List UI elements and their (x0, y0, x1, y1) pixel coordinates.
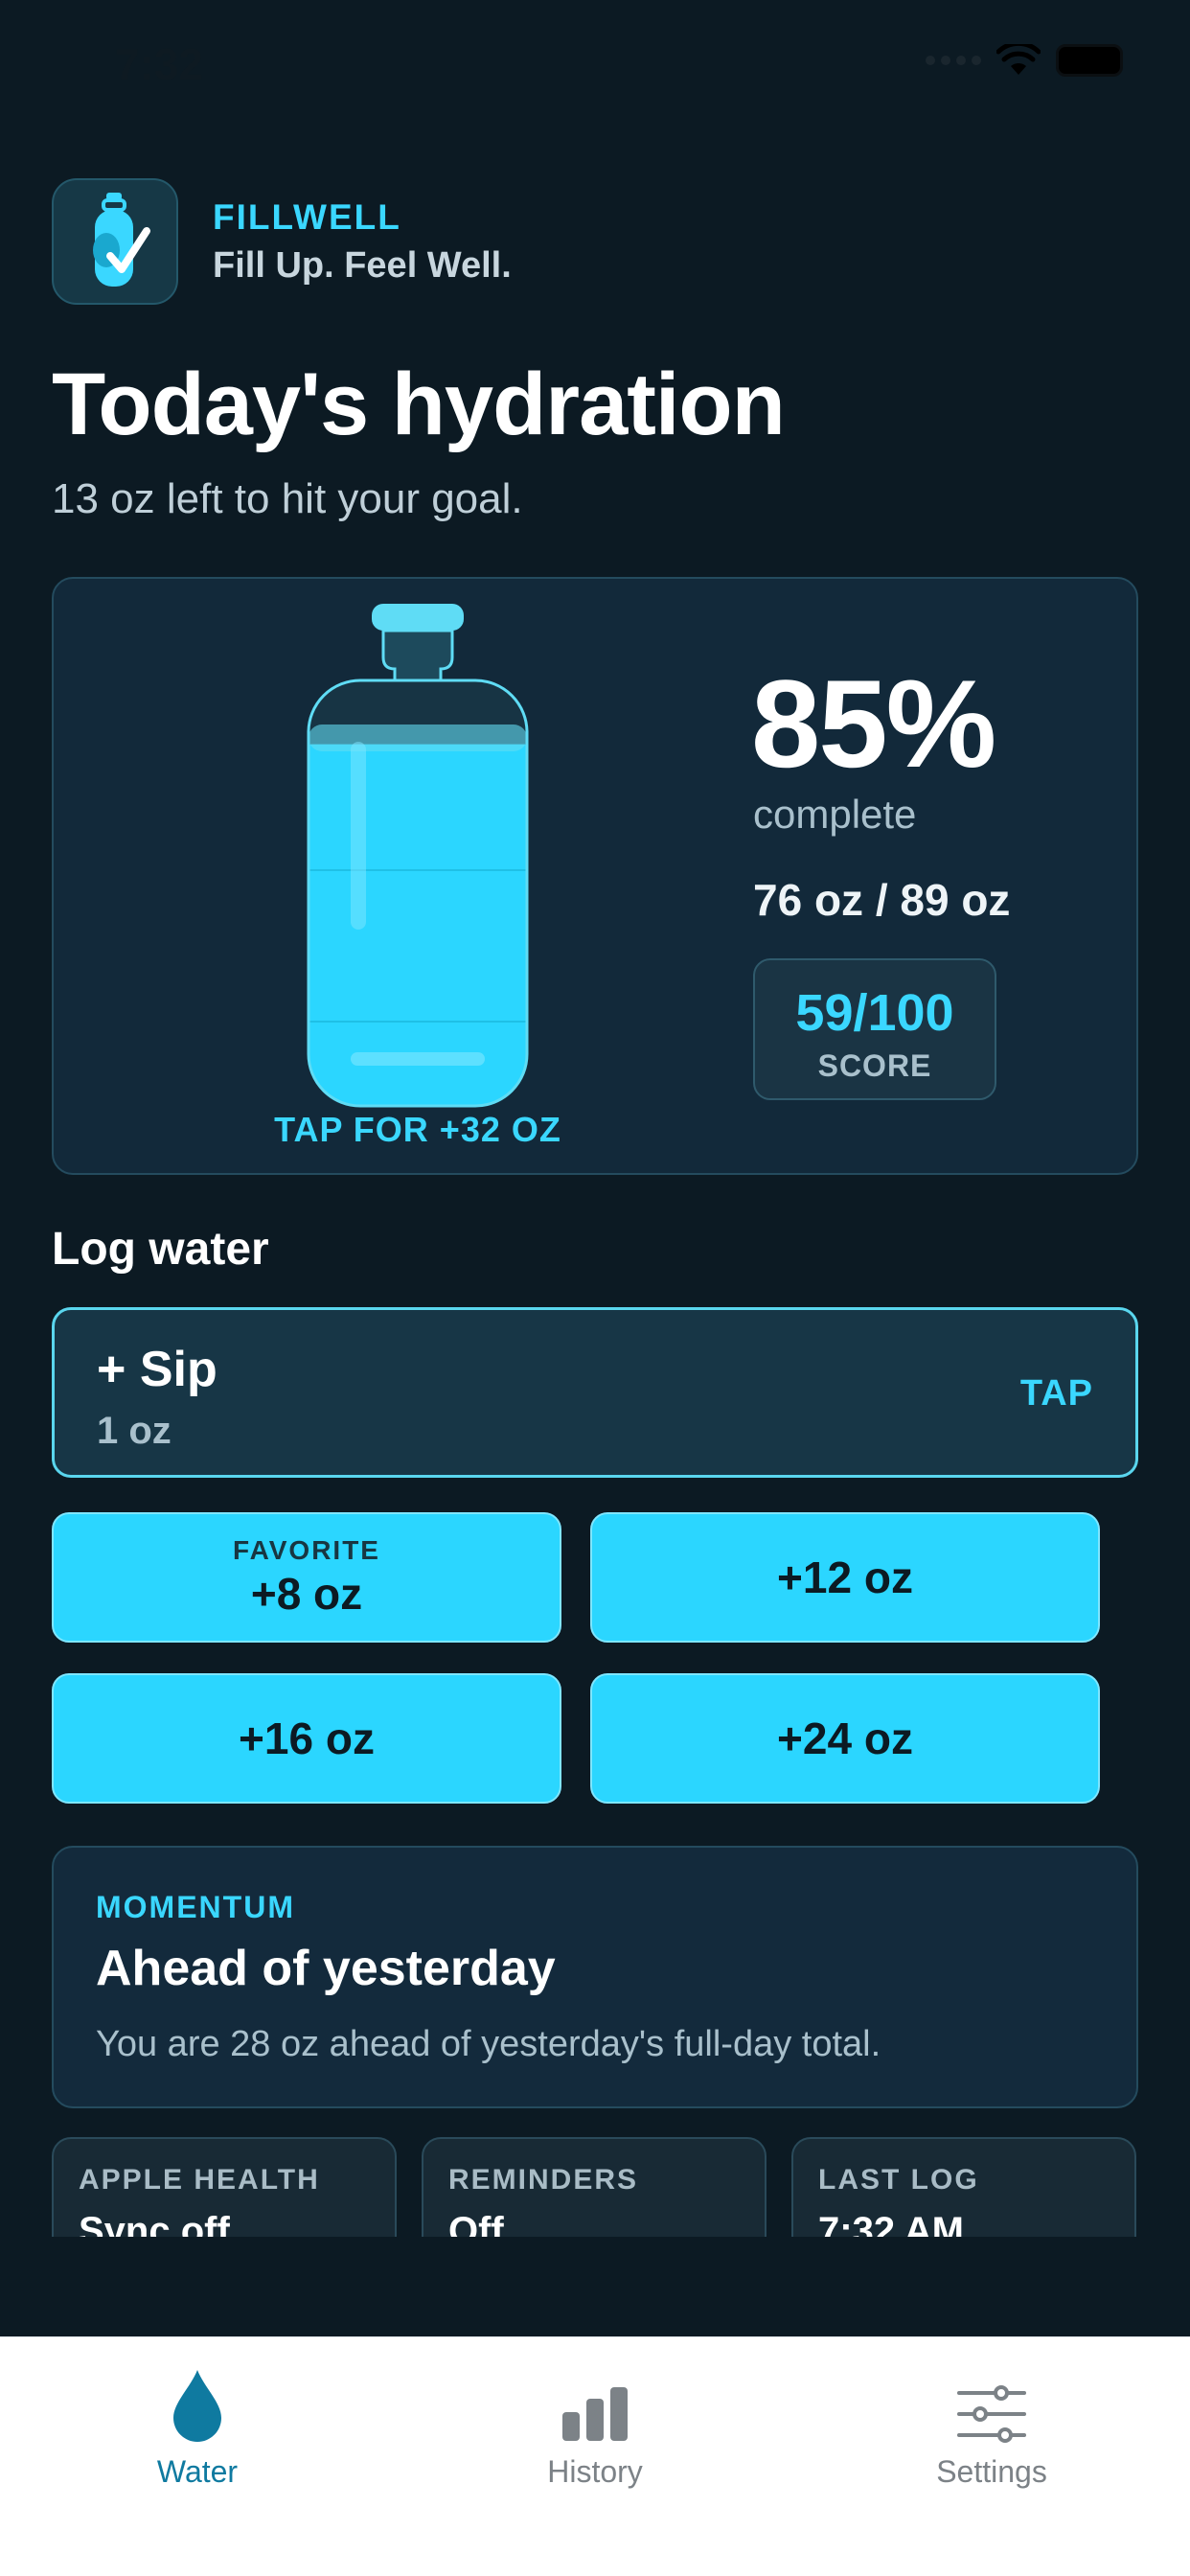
add-24oz-button[interactable]: +24 oz (590, 1673, 1100, 1804)
add-8oz-button[interactable]: FAVORITE +8 oz (52, 1512, 561, 1643)
quick-add-amount: +16 oz (239, 1714, 375, 1763)
tab-label: History (547, 2454, 643, 2489)
status-time: 7:32 (115, 39, 204, 89)
score-badge: 59/100 SCORE (753, 958, 996, 1100)
tab-label: Water (156, 2454, 239, 2489)
hydration-percent-label: complete (753, 792, 917, 837)
last-log-tile[interactable]: LAST LOG 7:32 AM (791, 2137, 1136, 2237)
tab-water[interactable]: Water (82, 2357, 312, 2500)
bar-chart-icon (562, 2387, 628, 2441)
sliders-icon (957, 2385, 1026, 2443)
favorite-label: FAVORITE (233, 1535, 380, 1565)
tile-value: Off (448, 2210, 504, 2237)
score-value: 59/100 (795, 984, 954, 1042)
reminders-tile[interactable]: REMINDERS Off (422, 2137, 767, 2237)
wifi-icon (996, 44, 1041, 77)
quick-add-amount: +12 oz (777, 1552, 913, 1602)
sip-title: + Sip (97, 1342, 217, 1397)
log-water-title: Log water (52, 1224, 269, 1275)
tile-value: Sync off (79, 2210, 230, 2237)
cellular-signal-icon (926, 56, 981, 65)
app-logo (52, 178, 178, 305)
tile-label: APPLE HEALTH (79, 2164, 320, 2196)
water-bottle-icon (307, 604, 529, 1108)
bottle-check-icon (93, 193, 150, 287)
sip-tap-label: TAP (1019, 1373, 1093, 1414)
battery-icon (1056, 44, 1123, 77)
add-16oz-button[interactable]: +16 oz (52, 1673, 561, 1804)
quick-add-amount: +8 oz (250, 1569, 363, 1619)
apple-health-tile[interactable]: APPLE HEALTH Sync off (52, 2137, 397, 2237)
page-subtitle: 13 oz left to hit your goal. (52, 475, 523, 522)
tile-label: REMINDERS (448, 2164, 639, 2196)
quick-add-amount: +24 oz (777, 1714, 913, 1763)
momentum-eyebrow: MOMENTUM (96, 1890, 295, 1924)
score-label: SCORE (817, 1048, 932, 1083)
add-12oz-button[interactable]: +12 oz (590, 1512, 1100, 1643)
tile-label: LAST LOG (818, 2164, 979, 2196)
sip-button[interactable]: + Sip 1 oz TAP (52, 1307, 1138, 1478)
water-drop-icon (173, 2370, 221, 2442)
tab-bar: Water History Settings (0, 2336, 1190, 2576)
tab-history[interactable]: History (480, 2357, 710, 2500)
stats-row: APPLE HEALTH Sync off REMINDERS Off LAST… (0, 2135, 1190, 2237)
hydration-percent: 85% (751, 654, 996, 794)
tile-value: 7:32 AM (818, 2210, 964, 2237)
brand-name: FILLWELL (213, 197, 401, 237)
brand-tagline: Fill Up. Feel Well. (213, 245, 512, 286)
sip-amount: 1 oz (97, 1410, 172, 1452)
momentum-card: MOMENTUM Ahead of yesterday You are 28 o… (52, 1846, 1138, 2108)
bottle-tap-label: TAP FOR +32 OZ (274, 1110, 561, 1149)
hydration-amount: 76 oz / 89 oz (753, 875, 1011, 925)
page-title: Today's hydration (52, 356, 786, 453)
momentum-title: Ahead of yesterday (96, 1941, 556, 1996)
water-bottle-button[interactable] (303, 602, 533, 1110)
momentum-body: You are 28 oz ahead of yesterday's full-… (96, 2024, 881, 2064)
tab-label: Settings (936, 2454, 1047, 2489)
tab-settings[interactable]: Settings (877, 2357, 1107, 2500)
status-icons (926, 44, 1123, 77)
